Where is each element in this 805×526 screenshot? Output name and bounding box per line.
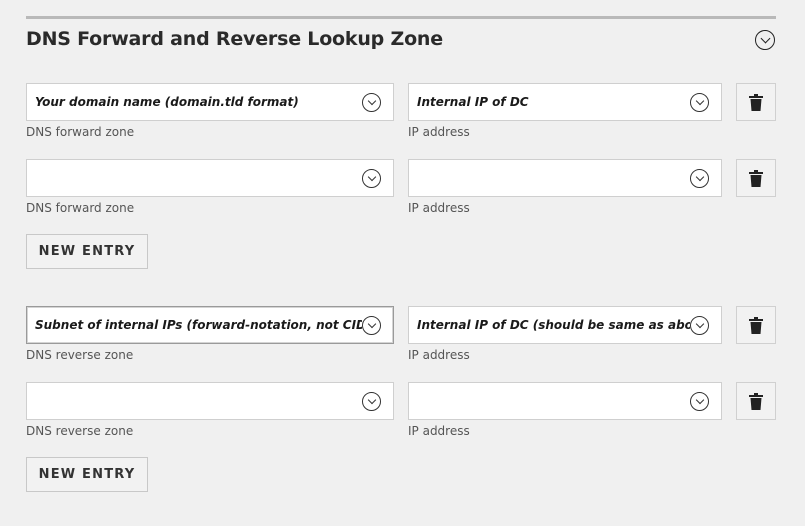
ip-address-label: IP address bbox=[408, 125, 470, 139]
dns-reverse-zone-label: DNS reverse zone bbox=[26, 424, 134, 438]
chevron-down-icon bbox=[362, 92, 381, 112]
dns-reverse-zone-select-1[interactable]: Subnet of internal IPs (forward-notation… bbox=[26, 306, 394, 344]
delete-entry-button[interactable] bbox=[736, 382, 776, 420]
ip-address-select-4[interactable] bbox=[408, 382, 722, 420]
ip-address-value: Internal IP of DC bbox=[417, 95, 529, 109]
dns-reverse-zone-select-2[interactable] bbox=[26, 382, 394, 420]
chevron-down-icon bbox=[690, 92, 709, 112]
trash-icon bbox=[749, 169, 763, 187]
chevron-down-icon bbox=[760, 33, 770, 44]
dns-forward-zone-select-1[interactable]: Your domain name (domain.tld format) bbox=[26, 83, 394, 121]
ip-address-select-1[interactable]: Internal IP of DC bbox=[408, 83, 722, 121]
trash-icon bbox=[749, 316, 763, 334]
chevron-down-icon bbox=[362, 315, 381, 335]
dns-forward-zone-label: DNS forward zone bbox=[26, 125, 135, 139]
chevron-down-icon bbox=[362, 168, 381, 188]
dns-reverse-zone-value: Subnet of internal IPs (forward-notation… bbox=[35, 318, 362, 332]
ip-address-select-2[interactable] bbox=[408, 159, 722, 197]
dns-forward-zone-value: Your domain name (domain.tld format) bbox=[35, 95, 299, 109]
dns-reverse-zone-label: DNS reverse zone bbox=[26, 348, 134, 362]
chevron-down-icon bbox=[690, 391, 709, 411]
ip-address-label: IP address bbox=[408, 348, 470, 362]
section-divider bbox=[26, 16, 776, 19]
trash-icon bbox=[749, 93, 763, 111]
collapse-toggle-button[interactable] bbox=[755, 30, 775, 50]
dns-forward-zone-select-2[interactable] bbox=[26, 159, 394, 197]
chevron-down-icon bbox=[690, 168, 709, 188]
delete-entry-button[interactable] bbox=[736, 83, 776, 121]
new-reverse-entry-button[interactable]: NEW ENTRY bbox=[26, 457, 148, 492]
ip-address-label: IP address bbox=[408, 201, 470, 215]
chevron-down-icon bbox=[362, 391, 381, 411]
section-title: DNS Forward and Reverse Lookup Zone bbox=[26, 28, 443, 50]
dns-forward-zone-label: DNS forward zone bbox=[26, 201, 135, 215]
chevron-down-icon bbox=[690, 315, 709, 335]
ip-address-label: IP address bbox=[408, 424, 470, 438]
delete-entry-button[interactable] bbox=[736, 306, 776, 344]
ip-address-value: Internal IP of DC (should be same as abo… bbox=[417, 318, 690, 332]
delete-entry-button[interactable] bbox=[736, 159, 776, 197]
trash-icon bbox=[749, 392, 763, 410]
new-forward-entry-button[interactable]: NEW ENTRY bbox=[26, 234, 148, 269]
ip-address-select-3[interactable]: Internal IP of DC (should be same as abo… bbox=[408, 306, 722, 344]
